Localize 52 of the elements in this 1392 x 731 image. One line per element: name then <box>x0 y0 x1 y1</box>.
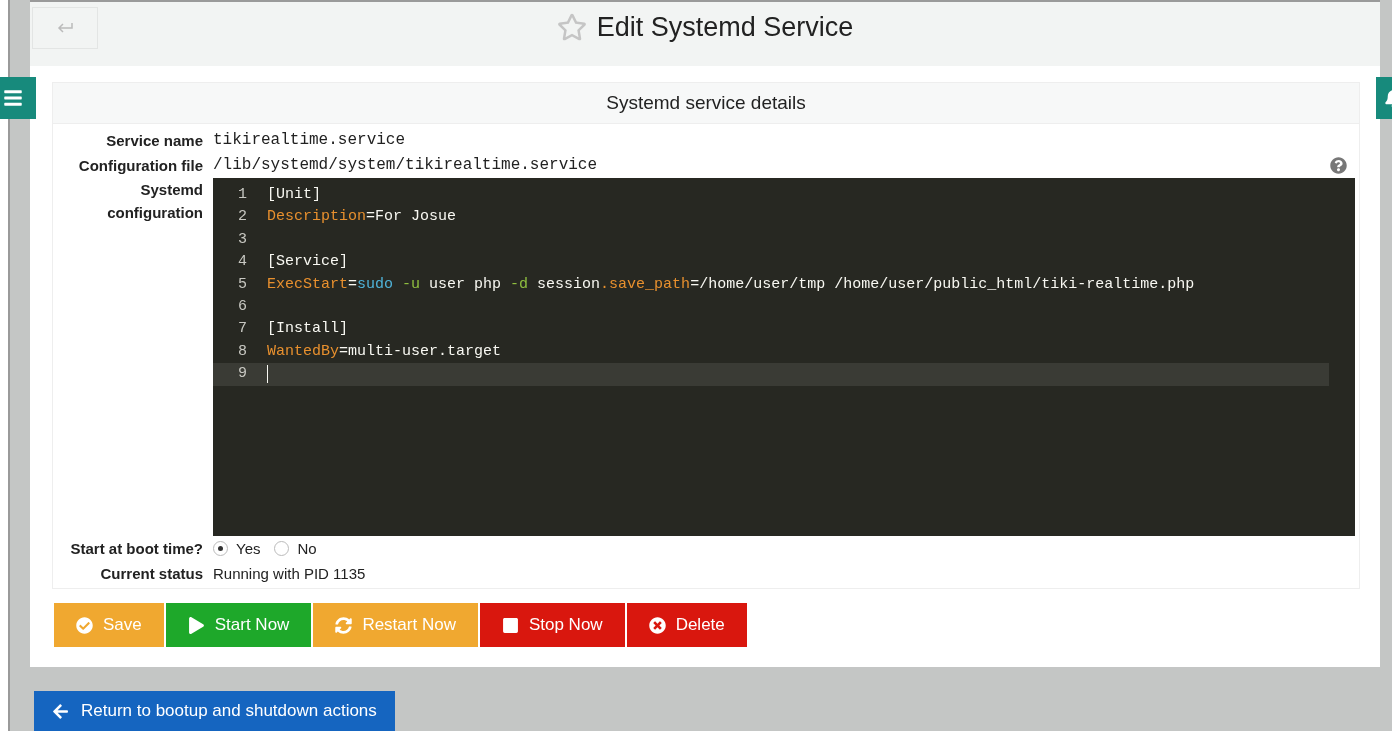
stop-icon <box>501 616 519 634</box>
field-value: /lib/systemd/system/tikirealtime.service <box>213 155 598 176</box>
field-label: Service name <box>105 131 203 151</box>
line-number: 6 <box>237 296 248 317</box>
menu-button[interactable] <box>0 77 36 119</box>
field-label: Configuration file <box>77 156 203 176</box>
panel-heading: Systemd service details <box>53 83 1359 124</box>
field-label: Systemd configuration <box>106 180 203 223</box>
code-token: session <box>536 274 601 295</box>
play-icon <box>187 616 205 634</box>
line-number: 1 <box>237 185 248 205</box>
stop-button[interactable]: Stop Now <box>479 603 625 647</box>
code-token: -u <box>402 274 421 295</box>
field-value: tikirealtime.service <box>213 130 406 151</box>
code-token: =/home/user/tmp /home/user/public_html/tiki-realtime.php <box>690 274 1195 295</box>
code-token: Description <box>267 207 367 228</box>
code-token: sudo <box>357 274 395 295</box>
return-button[interactable]: Return to bootup and shutdown actions <box>34 691 395 731</box>
field-label: Start at boot time? <box>69 539 203 559</box>
refresh-icon <box>335 616 353 634</box>
line-number: 7 <box>237 319 248 340</box>
page-title: Edit Systemd Service <box>596 11 854 43</box>
delete-button[interactable]: Delete <box>626 603 747 647</box>
status-text: Running with PID 1135 <box>213 564 367 584</box>
line-number: 8 <box>237 341 248 362</box>
radio-label: No <box>297 539 317 559</box>
help-icon[interactable] <box>1330 157 1347 174</box>
code-token: ExecStart <box>267 274 348 295</box>
code-token: = <box>348 274 358 295</box>
star-icon[interactable] <box>556 12 587 42</box>
line-number: 2 <box>237 207 248 228</box>
code-token: .save_path <box>600 274 691 295</box>
code-token: [Install] <box>267 319 348 340</box>
code-token: =multi-user.target <box>339 341 502 362</box>
text-cursor <box>267 365 268 384</box>
code-editor[interactable]: 1 [Unit] 2 Description=For Josue 3 4 [Service] 5 ExecStart=sudo -u user php -d session.save_path=/home/user/tmp /home/user/public_html/tiki-realtime.php 6 7 [Install] 8 WantedBy=multi-user.target 9 <box>213 178 1355 536</box>
menu-icon <box>3 88 23 108</box>
radio-label: Yes <box>236 539 261 559</box>
start-button[interactable]: Start Now <box>165 603 312 647</box>
code-token: user php <box>428 274 503 295</box>
line-number: 9 <box>237 364 248 385</box>
code-token: [Unit] <box>267 185 321 205</box>
line-number: 5 <box>237 274 248 295</box>
left-arrow-icon <box>52 702 69 720</box>
code-token: -d <box>510 274 529 295</box>
field-label: Current status <box>99 564 203 584</box>
code-token: =For Josue <box>366 207 457 228</box>
return-arrow-icon <box>56 22 74 34</box>
line-number: 3 <box>237 229 248 250</box>
code-token: WantedBy <box>267 341 339 362</box>
line-number: 4 <box>237 252 248 273</box>
code-token: [Service] <box>267 252 348 273</box>
